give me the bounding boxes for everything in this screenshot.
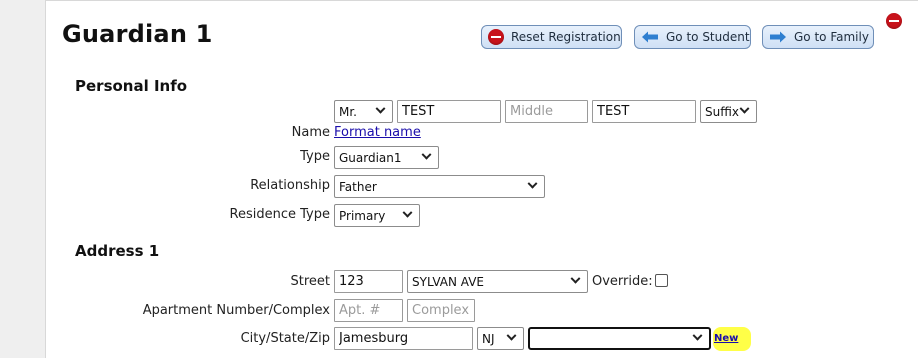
zip-select[interactable] (528, 327, 711, 350)
close-guardian-icon[interactable] (886, 13, 902, 29)
type-select[interactable]: Guardian1 (334, 146, 439, 169)
street-name-value: SYLVAN AVE (412, 274, 484, 289)
type-value: Guardian1 (339, 150, 402, 165)
reset-registration-label: Reset Registration (511, 30, 621, 44)
chevron-down-icon (570, 273, 581, 284)
chevron-down-icon (527, 178, 538, 189)
street-number-input[interactable] (334, 270, 403, 293)
personal-info-heading: Personal Info (75, 77, 188, 95)
chevron-down-icon (506, 330, 517, 341)
relationship-select[interactable]: Father (334, 175, 545, 198)
arrow-left-icon (642, 31, 658, 43)
page-title: Guardian 1 (62, 20, 213, 48)
residence-type-select[interactable]: Primary (334, 204, 420, 227)
suffix-value: Suffix (705, 104, 739, 119)
residence-type-label: Residence Type (229, 207, 330, 222)
last-name-input[interactable] (592, 100, 696, 123)
format-name-link[interactable]: Format name (334, 125, 421, 140)
relationship-value: Father (339, 179, 377, 194)
street-name-select[interactable]: SYLVAN AVE (407, 270, 588, 293)
chevron-down-icon (692, 330, 703, 341)
new-zip-link[interactable]: New (714, 333, 738, 344)
chevron-down-icon (739, 103, 750, 114)
apartment-number-input[interactable] (334, 299, 403, 322)
go-to-family-label: Go to Family (794, 30, 869, 44)
complex-input[interactable] (407, 299, 475, 322)
prefix-select[interactable]: Mr. (334, 100, 393, 123)
go-to-family-button[interactable]: Go to Family (762, 25, 874, 49)
chevron-down-icon (402, 207, 413, 218)
chevron-down-icon (375, 103, 386, 114)
residence-type-value: Primary (339, 208, 386, 223)
go-to-student-button[interactable]: Go to Student (634, 25, 751, 49)
state-select[interactable]: NJ (477, 327, 524, 350)
override-checkbox[interactable] (655, 274, 668, 287)
suffix-select[interactable]: Suffix (700, 100, 757, 123)
apartment-complex-label: Apartment Number/Complex (142, 303, 330, 318)
name-label: Name (291, 125, 330, 140)
address-heading: Address 1 (75, 242, 160, 260)
prefix-value: Mr. (339, 104, 357, 119)
go-to-student-label: Go to Student (666, 30, 750, 44)
first-name-input[interactable] (397, 100, 501, 123)
relationship-label: Relationship (250, 178, 330, 193)
chevron-down-icon (421, 149, 432, 160)
type-label: Type (300, 149, 330, 164)
city-input[interactable] (334, 327, 473, 350)
middle-name-input[interactable] (505, 100, 588, 123)
reset-registration-button[interactable]: Reset Registration (481, 25, 622, 49)
city-state-zip-label: City/State/Zip (240, 331, 330, 346)
stop-icon (488, 29, 504, 45)
state-value: NJ (482, 331, 495, 346)
street-label: Street (290, 274, 330, 289)
arrow-right-icon (770, 31, 786, 43)
override-label: Override: (592, 274, 653, 289)
